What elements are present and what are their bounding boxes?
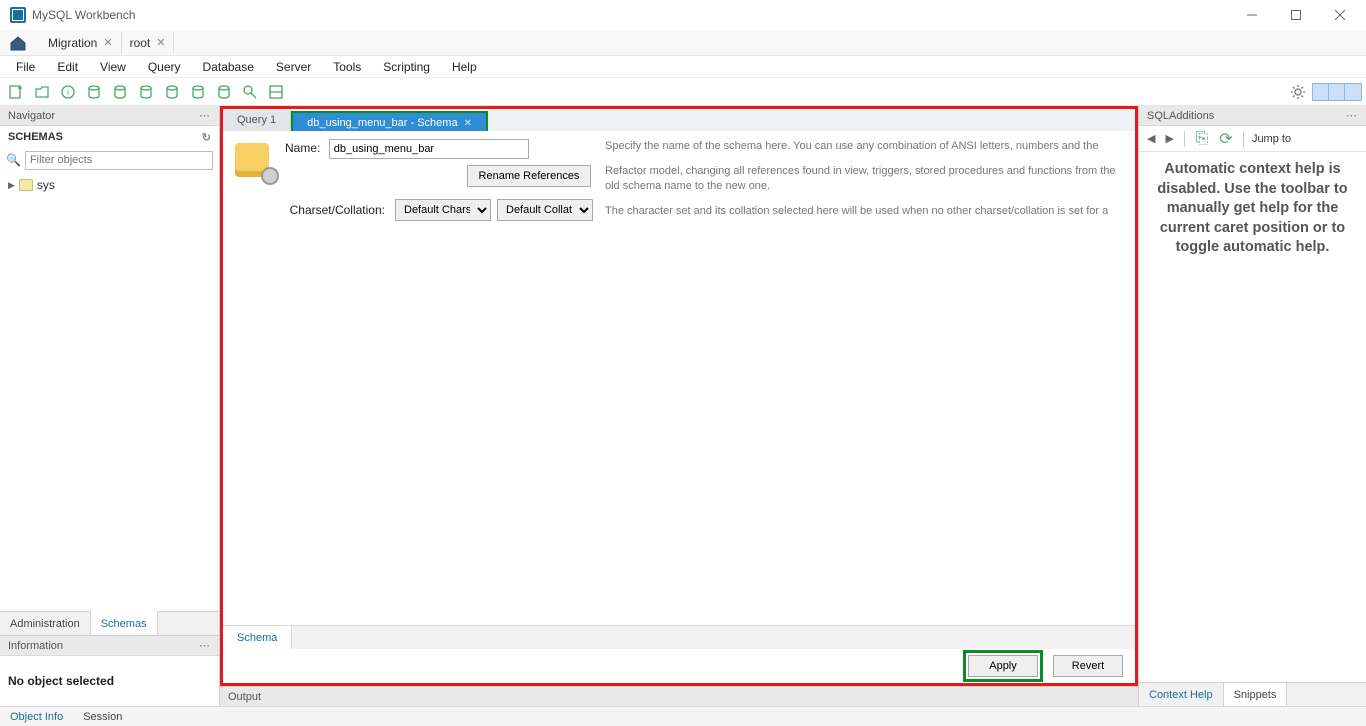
panel-menu-icon[interactable]: ⋯ <box>199 639 211 652</box>
name-description: Specify the name of the schema here. You… <box>605 139 1121 154</box>
schema-tree[interactable]: ▶ sys <box>0 172 219 611</box>
tab-label: root <box>130 36 151 50</box>
auto-help-icon[interactable]: ⟳ <box>1217 130 1235 148</box>
information-body: No object selected <box>0 656 219 706</box>
database-icon <box>19 179 33 191</box>
schema-name-input[interactable] <box>329 139 529 159</box>
editor-tab-schema[interactable]: db_using_menu_bar - Schema ✕ <box>291 111 488 133</box>
filter-objects-input[interactable] <box>25 151 213 170</box>
tree-node-label: sys <box>37 178 55 192</box>
close-icon[interactable]: ✕ <box>464 118 472 129</box>
forward-icon[interactable]: ▶ <box>1163 132 1175 145</box>
revert-button[interactable]: Revert <box>1053 655 1123 677</box>
menu-scripting[interactable]: Scripting <box>373 58 440 76</box>
menu-tools[interactable]: Tools <box>323 58 371 76</box>
inspector-icon[interactable]: i <box>56 81 80 103</box>
close-icon[interactable]: ✕ <box>156 36 165 49</box>
context-help-text: Automatic context help is disabled. Use … <box>1139 152 1366 682</box>
output-title: Output <box>228 691 261 703</box>
tab-migration[interactable]: Migration ✕ <box>40 32 122 54</box>
tab-object-info[interactable]: Object Info <box>0 707 73 726</box>
search-icon: 🔍 <box>6 153 21 167</box>
tab-snippets[interactable]: Snippets <box>1224 683 1288 706</box>
tab-context-help[interactable]: Context Help <box>1139 683 1224 706</box>
db-icon[interactable] <box>82 81 106 103</box>
gear-icon[interactable] <box>1286 81 1310 103</box>
panel-menu-icon[interactable]: ⋯ <box>199 109 211 122</box>
collation-select[interactable]: Default Collation <box>497 199 593 221</box>
db-icon[interactable] <box>134 81 158 103</box>
subtab-schema[interactable]: Schema <box>223 626 292 650</box>
sqladditions-title: SQLAdditions <box>1147 110 1214 122</box>
maximize-button[interactable] <box>1274 0 1318 30</box>
editor-tab-label: db_using_menu_bar - Schema <box>307 117 457 129</box>
menubar: File Edit View Query Database Server Too… <box>0 56 1366 78</box>
panel-toggle[interactable] <box>1312 83 1362 101</box>
jump-to-label[interactable]: Jump to <box>1252 133 1291 145</box>
panel-menu-icon[interactable]: ⋯ <box>1346 109 1358 122</box>
navigator-title: Navigator <box>8 110 55 122</box>
information-header: Information ⋯ <box>0 636 219 656</box>
name-label: Name: <box>285 141 324 155</box>
sql-additions-panel: SQLAdditions ⋯ ◀ ▶ ⎘ ⟳ Jump to Automatic… <box>1138 106 1366 706</box>
editor-tab-label: Query 1 <box>237 114 276 126</box>
tab-session[interactable]: Session <box>73 707 132 726</box>
navigator-panel: Navigator ⋯ SCHEMAS ↻ 🔍 ▶ sys Administra… <box>0 106 220 706</box>
editor-tab-query1[interactable]: Query 1 <box>223 109 291 131</box>
charset-description: The character set and its collation sele… <box>605 204 1121 219</box>
menu-file[interactable]: File <box>6 58 45 76</box>
sqladditions-header: SQLAdditions ⋯ <box>1139 106 1366 126</box>
expand-icon[interactable]: ▶ <box>8 180 15 191</box>
back-icon[interactable]: ◀ <box>1145 132 1157 145</box>
connection-tabs: Migration ✕ root ✕ <box>0 30 1366 56</box>
information-title: Information <box>8 640 63 652</box>
db-icon[interactable] <box>108 81 132 103</box>
tab-label: Migration <box>48 36 97 50</box>
menu-view[interactable]: View <box>90 58 136 76</box>
db-icon[interactable] <box>160 81 184 103</box>
close-button[interactable] <box>1318 0 1362 30</box>
menu-edit[interactable]: Edit <box>47 58 88 76</box>
rename-references-button[interactable]: Rename References <box>467 165 591 187</box>
menu-database[interactable]: Database <box>193 58 264 76</box>
app-icon <box>10 7 26 23</box>
tab-administration[interactable]: Administration <box>0 612 91 635</box>
editor-tabs: Query 1 db_using_menu_bar - Schema ✕ <box>223 109 1135 131</box>
help-icon[interactable]: ⎘ <box>1193 130 1211 148</box>
schema-name-row: Name: <box>285 139 593 159</box>
menu-server[interactable]: Server <box>266 58 321 76</box>
minimize-button[interactable] <box>1230 0 1274 30</box>
open-sql-icon[interactable] <box>30 81 54 103</box>
schemas-label: SCHEMAS <box>8 131 63 143</box>
tree-node-sys[interactable]: ▶ sys <box>4 176 215 194</box>
tab-schemas[interactable]: Schemas <box>91 611 158 635</box>
charset-label: Charset/Collation: <box>285 203 389 217</box>
search-icon[interactable] <box>238 81 262 103</box>
status-bar: Object Info Session <box>0 706 1366 726</box>
apply-button[interactable]: Apply <box>968 655 1038 677</box>
svg-text:i: i <box>67 88 69 97</box>
menu-help[interactable]: Help <box>442 58 487 76</box>
editor-area: Query 1 db_using_menu_bar - Schema ✕ Nam… <box>220 106 1138 706</box>
db-icon[interactable] <box>212 81 236 103</box>
charset-select[interactable]: Default Charset <box>395 199 491 221</box>
titlebar: MySQL Workbench <box>0 0 1366 30</box>
refresh-icon[interactable]: ↻ <box>202 131 211 144</box>
db-icon[interactable] <box>186 81 210 103</box>
close-icon[interactable]: ✕ <box>103 36 112 49</box>
dashboard-icon[interactable] <box>264 81 288 103</box>
toolbar: i <box>0 78 1366 106</box>
tab-root[interactable]: root ✕ <box>122 32 175 54</box>
home-icon[interactable] <box>6 32 30 54</box>
output-header: Output <box>220 686 1138 706</box>
new-sql-tab-icon[interactable] <box>4 81 28 103</box>
app-title: MySQL Workbench <box>32 8 135 22</box>
menu-query[interactable]: Query <box>138 58 191 76</box>
rename-description: Refactor model, changing all references … <box>605 164 1121 194</box>
schema-icon <box>233 141 277 183</box>
navigator-header: Navigator ⋯ <box>0 106 219 126</box>
